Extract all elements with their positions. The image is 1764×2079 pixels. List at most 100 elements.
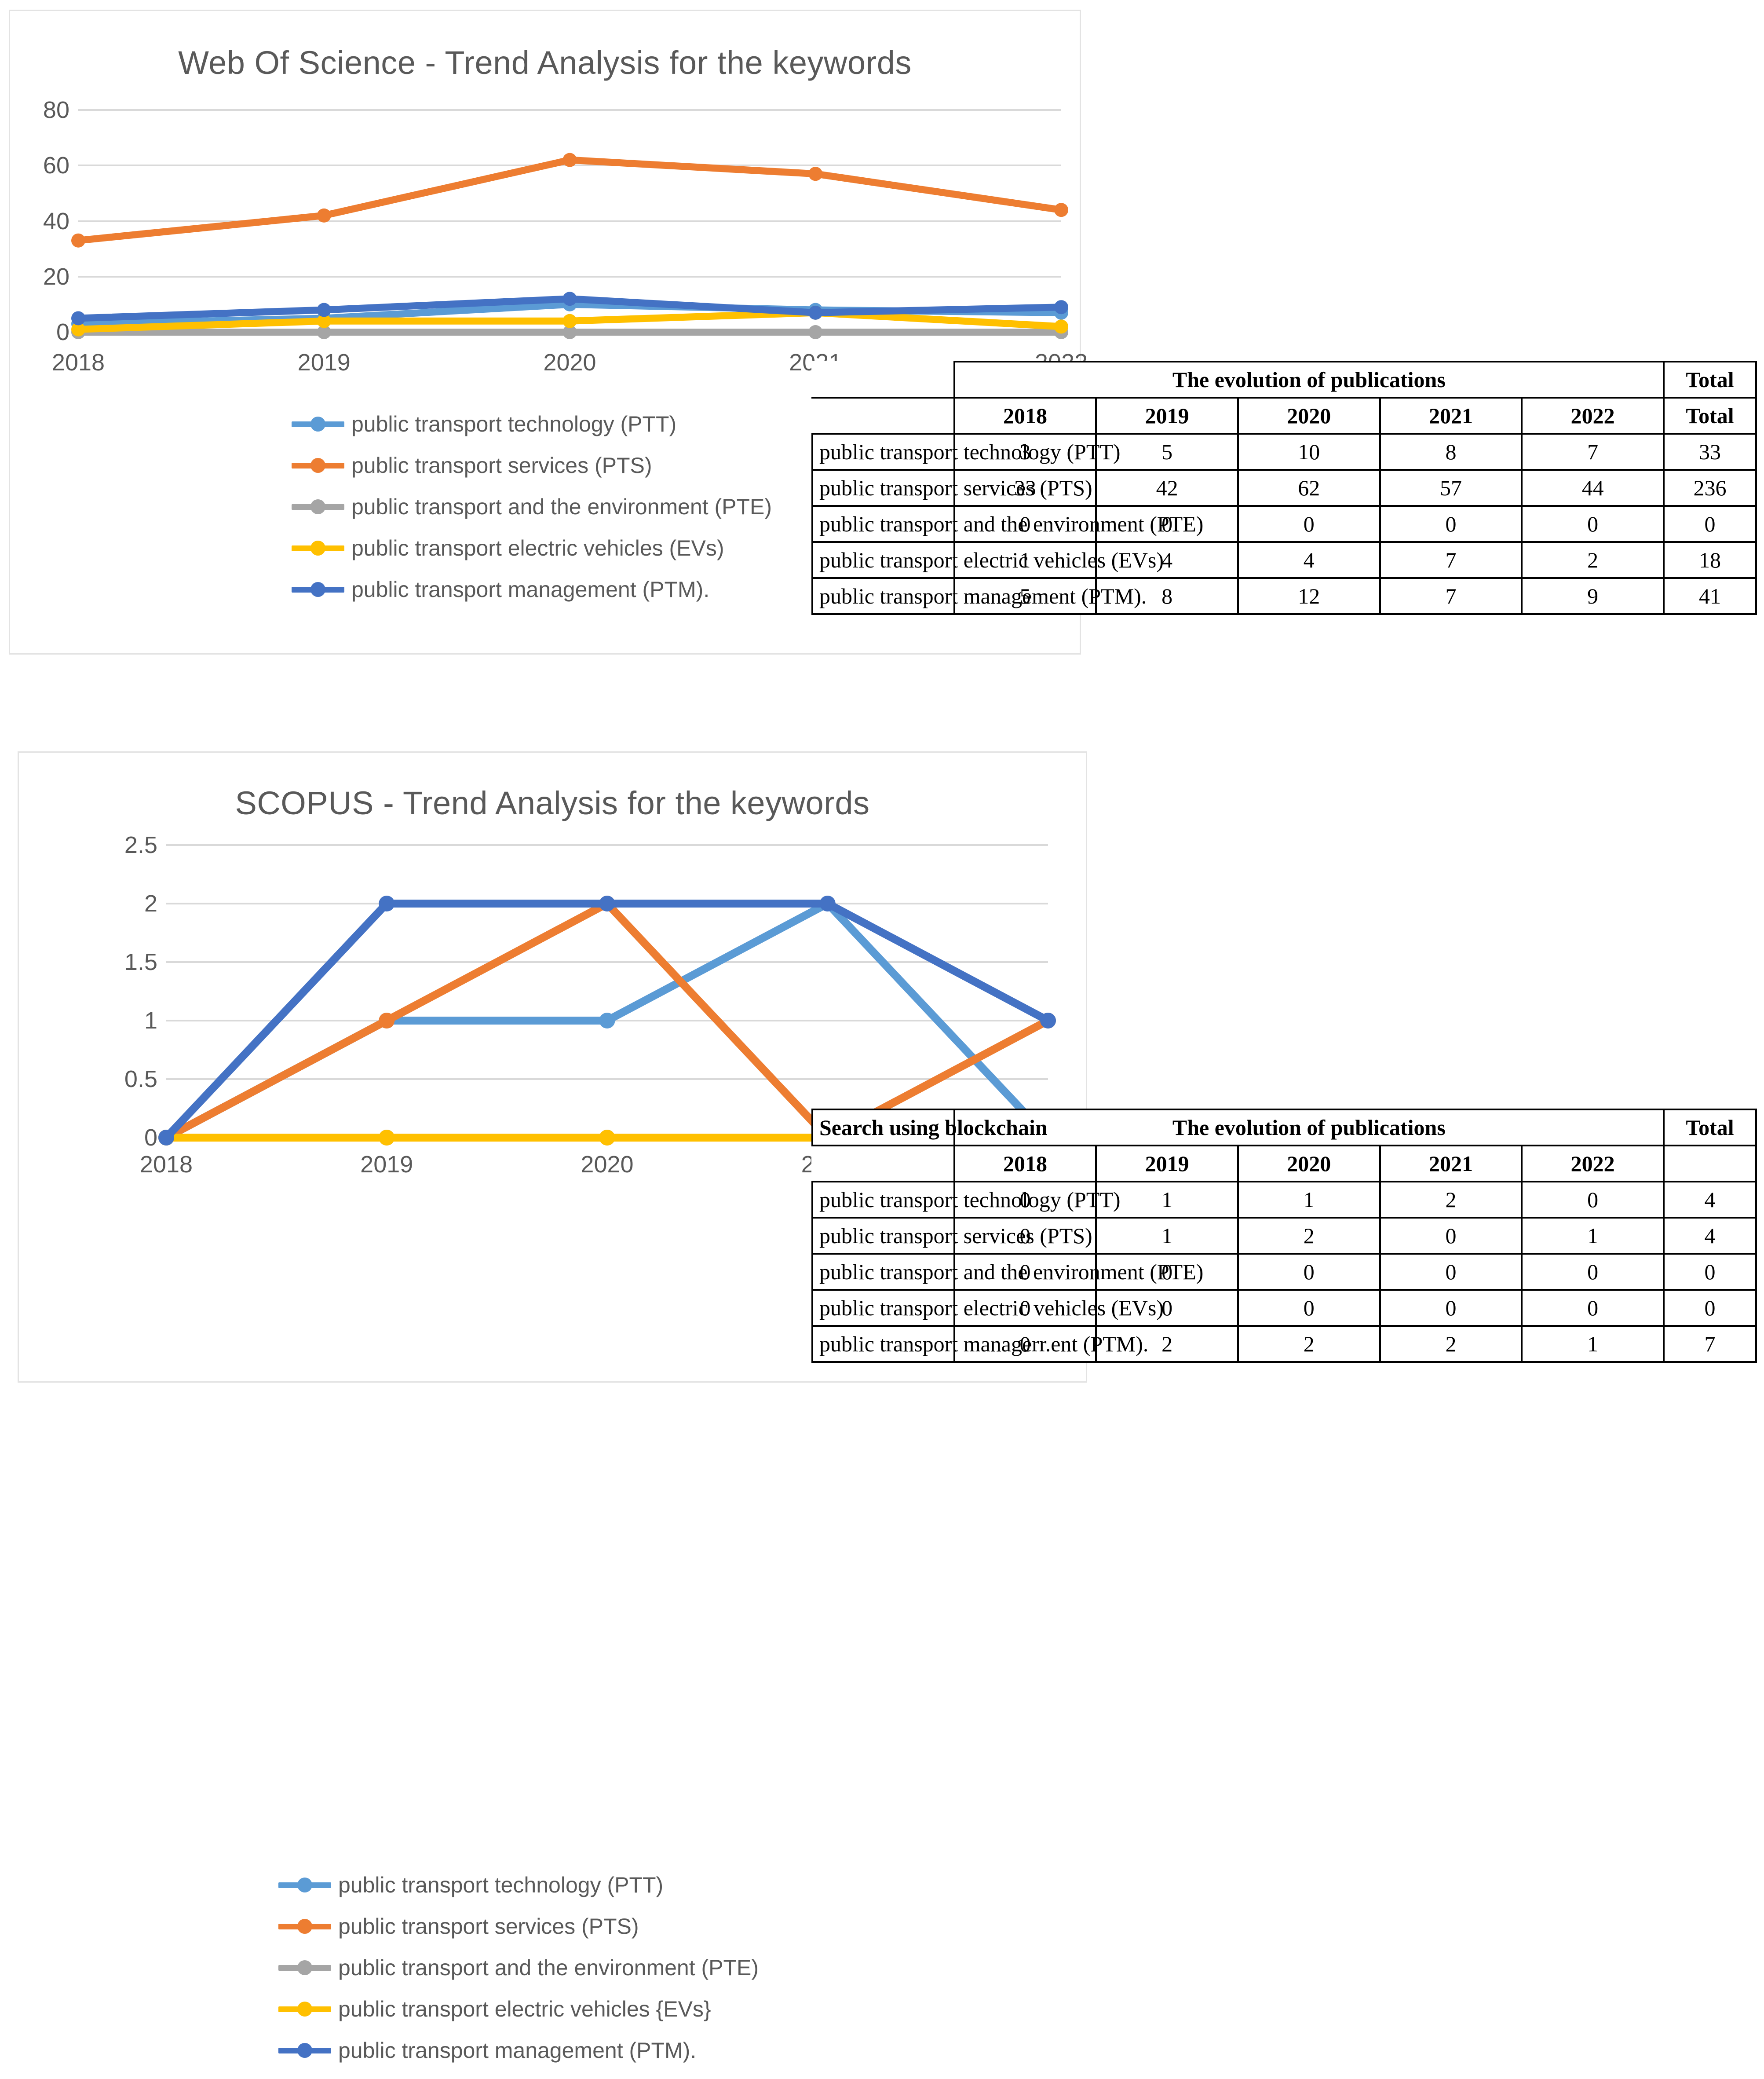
y-axis-tick-label: 0.5	[124, 1066, 157, 1092]
series-marker	[158, 1130, 174, 1146]
scopus-legend: public transport technology (PTT) public …	[278, 1872, 759, 2079]
table-year-header: 2019	[1095, 1145, 1239, 1182]
table-row-label: public transport management (PTM).	[811, 577, 1147, 615]
legend-item-label: public transport electric vehicles (EVs)	[351, 536, 724, 560]
legend-item[interactable]: public transport services (PTS)	[278, 1914, 759, 1939]
table-year-header: 2020	[1237, 397, 1381, 435]
table-row-label: public transport technology (PTT)	[811, 433, 1121, 471]
scopus-publications-table: Search using blockchain The evolution of …	[811, 1109, 1757, 1363]
legend-item[interactable]: public transport management (PTM).	[278, 2038, 759, 2063]
table-year-header: 2022	[1521, 397, 1665, 435]
legend-item-label: public transport management (PTM).	[351, 577, 710, 602]
x-axis-tick-label: 2019	[360, 1151, 413, 1178]
table-row-label: public transport electric vehicles (EVs)	[811, 1289, 1164, 1327]
table-cell-value: 0	[1379, 1253, 1523, 1291]
table-year-header: 2022	[1521, 1145, 1665, 1182]
table-cell-value: 7	[1379, 541, 1523, 579]
y-axis-tick-label: 80	[43, 97, 69, 123]
legend-item[interactable]: public transport management (PTM).	[292, 577, 772, 602]
series-marker	[379, 1130, 395, 1146]
table-cell-value: 0	[1237, 505, 1381, 543]
table-total-subheader	[1663, 1145, 1757, 1182]
web-of-science-publications-table: The evolution of publications Total 2018 20…	[811, 361, 1757, 615]
table-corner-label	[812, 362, 955, 399]
legend-item[interactable]: public transport and the environment (PT…	[278, 1955, 759, 1980]
legend-marker-icon	[278, 1878, 331, 1892]
series-marker	[599, 1013, 615, 1029]
y-axis-tick-label: 60	[43, 152, 69, 179]
series-marker	[808, 305, 823, 320]
table-row: public transport managerr.ent (PTM).0222…	[811, 1325, 1757, 1363]
table-total-header: Total	[1663, 361, 1757, 399]
y-axis-tick-label: 20	[43, 263, 69, 290]
series-marker	[562, 314, 577, 328]
table-cell-value: 1	[1095, 1217, 1239, 1255]
series-marker	[71, 233, 85, 248]
table-row: public transport technology (PTT)3510873…	[811, 433, 1757, 471]
table-row: public transport technology (PTT)011204	[811, 1181, 1757, 1219]
table-cell-total: 0	[1663, 505, 1757, 543]
table-row-label: public transport services (PTS)	[811, 1217, 1092, 1255]
series-marker	[808, 325, 823, 339]
x-axis-tick-label: 2018	[139, 1151, 193, 1178]
table-header-row-years: 2018 2019 2020 2021 2022 Total	[812, 397, 1757, 435]
table-cell-total: 4	[1663, 1217, 1757, 1255]
series-layer	[158, 896, 1056, 1146]
chart-title-scopus: SCOPUS - Trend Analysis for the keywords	[235, 785, 870, 821]
table-cell-value: 2	[1379, 1181, 1523, 1219]
table-cell-value: 44	[1521, 469, 1665, 507]
x-axis-tick-label: 2019	[297, 349, 351, 376]
legend-marker-icon	[278, 2002, 331, 2017]
table-year-header: 2019	[1095, 397, 1239, 435]
table-cell-value: 2	[1237, 1325, 1381, 1363]
legend-item[interactable]: public transport and the environment (PT…	[292, 494, 772, 520]
table-cell-total: 41	[1663, 577, 1757, 615]
table-cell-value: 12	[1237, 577, 1381, 615]
table-cell-value: 1	[1521, 1217, 1665, 1255]
legend-marker-icon	[292, 458, 344, 473]
series-marker	[819, 896, 836, 911]
legend-item[interactable]: public transport electric vehicles (EVs)	[292, 535, 772, 561]
table-cell-total: 18	[1663, 541, 1757, 579]
legend-item-label: public transport services (PTS)	[338, 1914, 639, 1939]
table-cell-value: 0	[1521, 1289, 1665, 1327]
table-year-header: 2021	[1379, 397, 1523, 435]
table-cell-value: 4	[1237, 541, 1381, 579]
series-marker	[562, 153, 577, 167]
legend-item[interactable]: public transport technology (PTT)	[278, 1872, 759, 1898]
table-group-header: The evolution of publications	[953, 1109, 1665, 1146]
legend-item-label: public transport and the environment (PT…	[351, 494, 772, 519]
legend-item[interactable]: public transport services (PTS)	[292, 453, 772, 478]
legend-marker-icon	[292, 541, 344, 556]
x-axis-tick-label: 2018	[51, 349, 105, 376]
legend-marker-icon	[278, 2043, 331, 2058]
table-cell-value: 7	[1521, 433, 1665, 471]
table-cell-value: 1	[1237, 1181, 1381, 1219]
table-cell-value: 57	[1379, 469, 1523, 507]
legend-item-label: public transport electric vehicles {EVs}	[338, 1997, 711, 2021]
table-cell-value: 2	[1521, 541, 1665, 579]
legend-item[interactable]: public transport electric vehicles {EVs}	[278, 1996, 759, 2022]
y-axis-tick-label: 0	[56, 319, 69, 345]
table-row-label: public transport technology (PTT)	[811, 1181, 1121, 1219]
web-of-science-plot-area	[71, 109, 1068, 339]
table-cell-value: 0	[1379, 1217, 1523, 1255]
y-axis-tick-label: 2	[144, 890, 157, 917]
table-header-row-years: 2018 2019 2020 2021 2022	[812, 1145, 1757, 1182]
table-cell-value: 0	[1237, 1289, 1381, 1327]
table-header-spacer	[812, 1146, 955, 1182]
table-year-header: 2018	[953, 397, 1097, 435]
series-marker	[808, 167, 823, 181]
table-cell-value: 10	[1237, 433, 1381, 471]
table-row-label: public transport and the environment (PT…	[811, 505, 1203, 543]
web-of-science-legend: public transport technology (PTT) public …	[292, 411, 772, 618]
table-year-header: 2020	[1237, 1145, 1381, 1182]
series-marker	[562, 292, 577, 306]
legend-item[interactable]: public transport technology (PTT)	[292, 411, 772, 437]
x-axis-tick-label: 2020	[581, 1151, 634, 1178]
legend-marker-icon	[292, 417, 344, 432]
table-total-header: Total	[1663, 1109, 1757, 1146]
series-marker	[1040, 1013, 1056, 1029]
legend-item-label: public transport management (PTM).	[338, 2038, 697, 2063]
table-row: public transport management (PTM).581279…	[811, 577, 1757, 615]
